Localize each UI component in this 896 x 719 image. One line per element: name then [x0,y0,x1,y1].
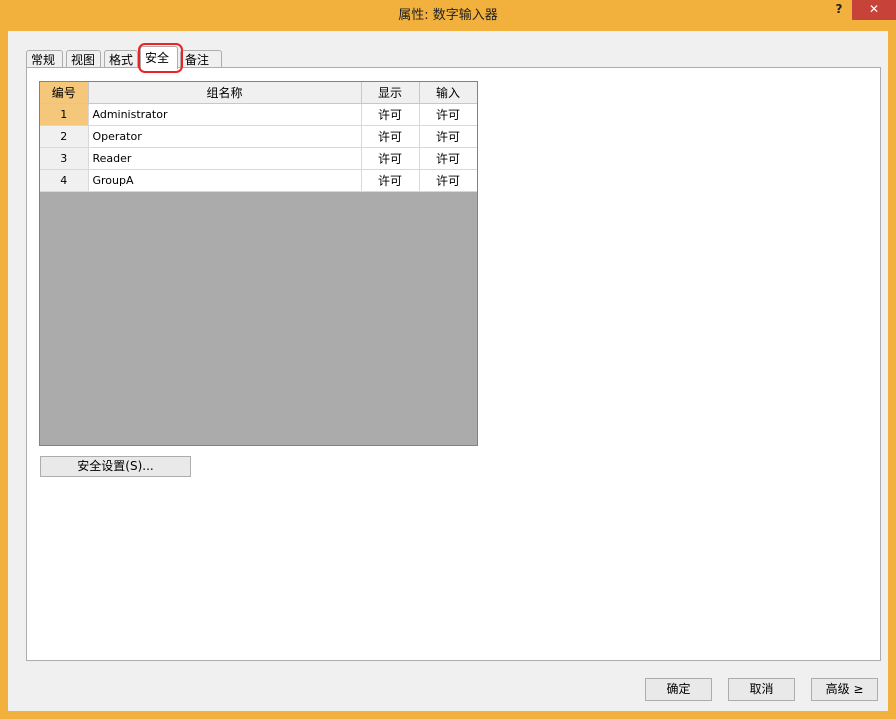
table-row[interactable]: 2 Operator 许可 许可 [40,125,477,148]
window-title: 属性: 数字输入器 [398,8,498,23]
column-header-group-name[interactable]: 组名称 [88,82,362,104]
title-bar: 属性: 数字输入器 ? ✕ [0,0,896,31]
tab-view[interactable]: 视图 [66,50,101,68]
tab-highlight-annotation [138,43,183,73]
column-header-input[interactable]: 输入 [419,82,477,104]
input-permission-cell[interactable]: 许可 [419,169,477,192]
input-permission-cell[interactable]: 许可 [419,125,477,148]
group-name-cell[interactable]: Administrator [88,103,362,126]
group-permission-table: 编号 组名称 显示 输入 1 Administrator 许可 许可 2 Ope… [39,81,478,446]
display-permission-cell[interactable]: 许可 [361,169,420,192]
input-permission-cell[interactable]: 许可 [419,103,477,126]
column-header-display[interactable]: 显示 [361,82,420,104]
column-header-number[interactable]: 编号 [40,82,89,104]
tab-general[interactable]: 常规 [26,50,63,68]
tab-format[interactable]: 格式 [104,50,138,68]
table-row[interactable]: 4 GroupA 许可 许可 [40,169,477,192]
dialog-client-area: 常规 视图 格式 安全 备注 编号 组名称 显示 输入 1 Administra… [8,31,888,711]
group-name-cell[interactable]: Operator [88,125,362,148]
group-name-cell[interactable]: Reader [88,147,362,170]
row-number: 1 [40,103,89,126]
security-settings-button[interactable]: 安全设置(S)... [40,456,191,477]
cancel-button[interactable]: 取消 [728,678,795,701]
table-row[interactable]: 1 Administrator 许可 许可 [40,103,477,126]
display-permission-cell[interactable]: 许可 [361,147,420,170]
row-number: 2 [40,125,89,148]
display-permission-cell[interactable]: 许可 [361,125,420,148]
input-permission-cell[interactable]: 许可 [419,147,477,170]
properties-dialog: 属性: 数字输入器 ? ✕ 常规 视图 格式 安全 备注 编号 组名称 显示 输… [0,0,896,719]
row-number: 3 [40,147,89,170]
ok-button[interactable]: 确定 [645,678,712,701]
advanced-button[interactable]: 高级 ≥ [811,678,878,701]
close-button[interactable]: ✕ [852,0,896,20]
table-header-row: 编号 组名称 显示 输入 [40,82,477,104]
display-permission-cell[interactable]: 许可 [361,103,420,126]
group-name-cell[interactable]: GroupA [88,169,362,192]
row-number: 4 [40,169,89,192]
help-button[interactable]: ? [824,0,854,20]
security-tab-panel: 编号 组名称 显示 输入 1 Administrator 许可 许可 2 Ope… [26,67,881,661]
tab-notes[interactable]: 备注 [180,50,222,68]
table-row[interactable]: 3 Reader 许可 许可 [40,147,477,170]
